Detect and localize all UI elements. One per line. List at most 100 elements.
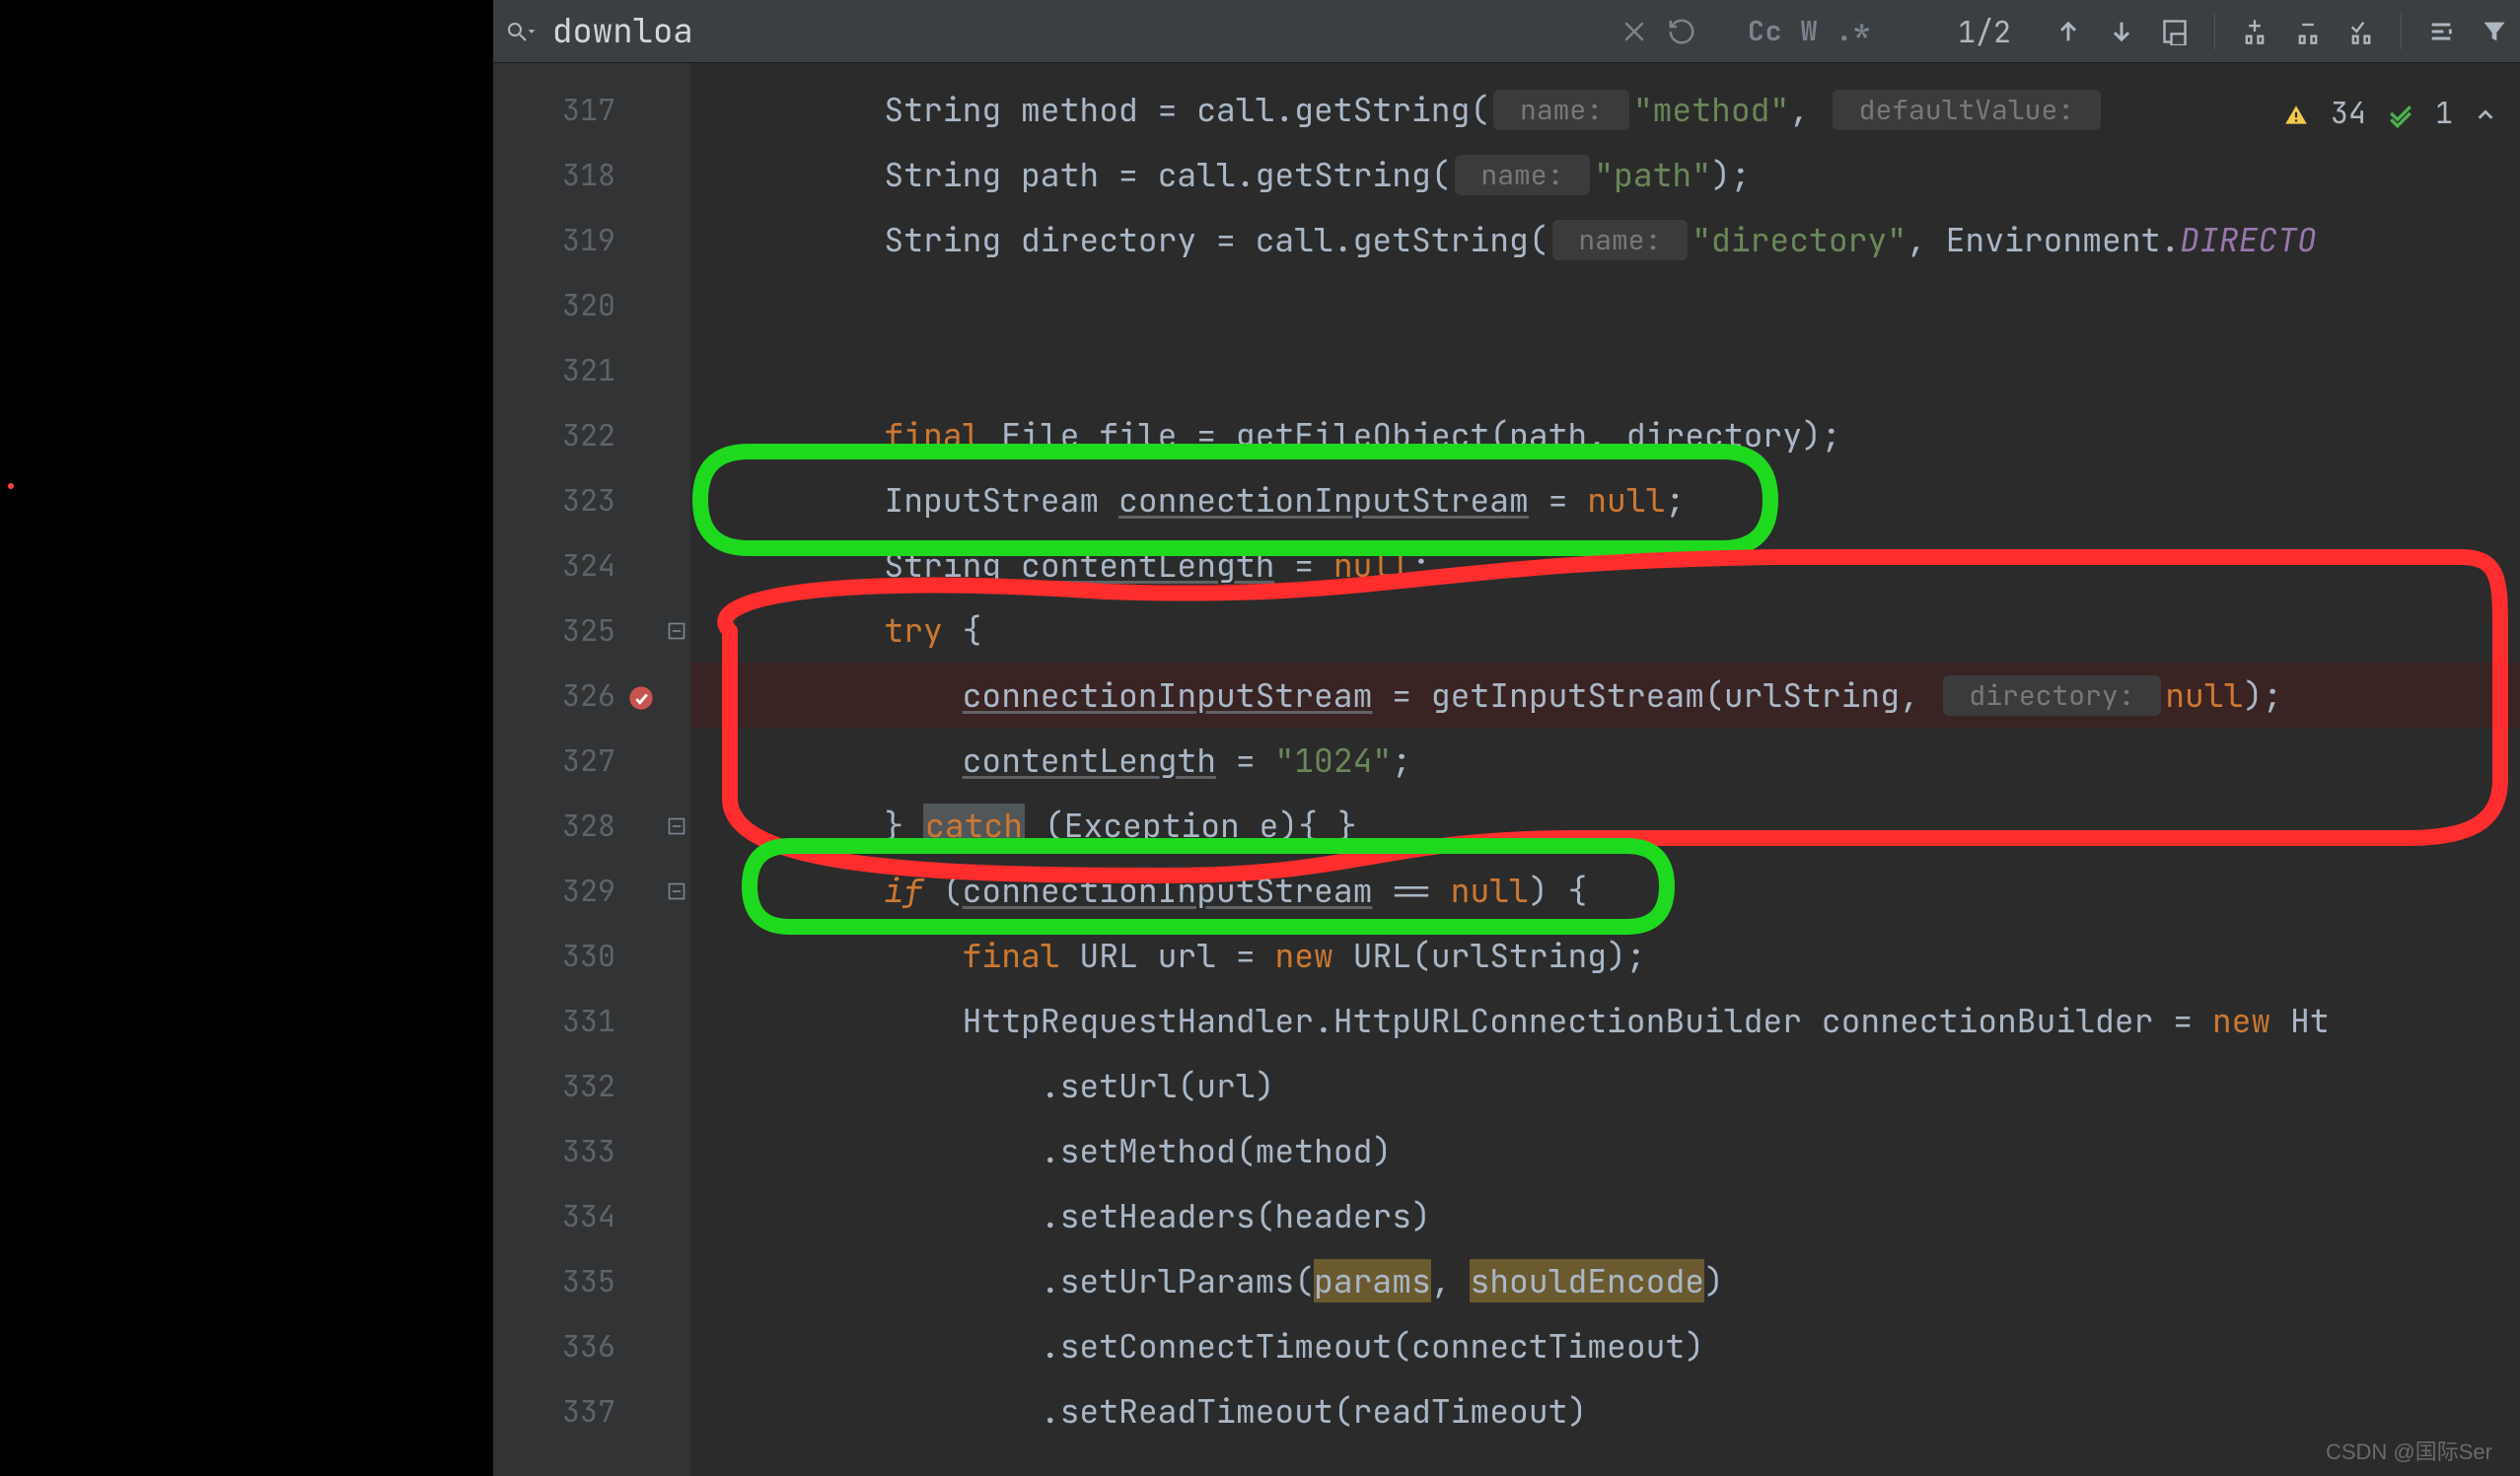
code-line[interactable]: if (connectionInputStream == null) { — [690, 858, 2520, 923]
search-history-icon[interactable] — [1667, 17, 1696, 46]
code-line[interactable]: try { — [690, 597, 2520, 663]
code-line[interactable]: } catch (Exception e){ } — [690, 793, 2520, 858]
code-line[interactable]: .setHeaders(headers) — [690, 1183, 2520, 1248]
code-line[interactable]: String directory = call.getString( name:… — [690, 207, 2520, 272]
code-line[interactable]: String method = call.getString( name: "m… — [690, 77, 2520, 142]
code-token: defaultValue: — [1833, 90, 2101, 130]
find-settings-icon[interactable] — [2427, 18, 2455, 45]
code-token: contentLength — [1021, 543, 1274, 587]
gutter[interactable]: 3173183193203213223233243253263273283293… — [493, 63, 690, 1476]
code-column[interactable]: String method = call.getString( name: "m… — [690, 63, 2520, 1476]
left-void — [0, 0, 493, 1476]
code-token: "path" — [1594, 153, 1711, 196]
gutter-line[interactable]: 335 — [493, 1248, 690, 1313]
code-token: null — [1587, 478, 1665, 522]
code-token: } — [884, 804, 923, 847]
find-options: Cc W .* — [1620, 13, 1871, 49]
code-token: directory: — [1943, 675, 2162, 716]
gutter-line[interactable]: 317 — [493, 77, 690, 142]
prev-match-icon[interactable] — [2054, 18, 2082, 45]
select-all-occurrences-icon[interactable] — [2347, 18, 2375, 45]
code-line[interactable]: contentLength = "1024"; — [690, 728, 2520, 793]
gutter-line[interactable]: 331 — [493, 988, 690, 1053]
code-line[interactable]: String path = call.getString( name: "pat… — [690, 142, 2520, 207]
gutter-line[interactable]: 319 — [493, 207, 690, 272]
code-line[interactable]: .setMethod(method) — [690, 1118, 2520, 1183]
gutter-line[interactable]: 321 — [493, 337, 690, 402]
gutter-line[interactable]: 325 — [493, 597, 690, 663]
inspection-status[interactable]: 34 1 — [2283, 93, 2496, 132]
gutter-line[interactable]: 322 — [493, 402, 690, 467]
code-line[interactable]: .setUrlParams(params, shouldEncode) — [690, 1248, 2520, 1313]
fold-toggle-icon[interactable] — [667, 806, 686, 845]
code-line[interactable]: final File file = getFileObject(path, di… — [690, 402, 2520, 467]
search-input[interactable] — [552, 9, 1105, 53]
regex-toggle[interactable]: .* — [1836, 13, 1871, 49]
code-line[interactable] — [690, 337, 2520, 402]
words-toggle[interactable]: W — [1801, 13, 1819, 49]
code-token: .setMethod(method) — [1041, 1129, 1392, 1172]
gutter-line[interactable]: 320 — [493, 272, 690, 337]
code-token: new — [2212, 999, 2290, 1042]
find-nav-tools — [2054, 14, 2508, 49]
code-token: .setUrlParams( — [1041, 1259, 1314, 1302]
gutter-line[interactable]: 328 — [493, 793, 690, 858]
code-token: URL(urlString); — [1353, 934, 1646, 977]
code-line[interactable]: String contentLength = null; — [690, 532, 2520, 597]
separator — [2401, 14, 2402, 49]
remove-occurrence-icon[interactable] — [2294, 18, 2322, 45]
code-token: name: — [1493, 90, 1629, 130]
collapse-inspections-icon[interactable] — [2475, 93, 2496, 132]
code-token: .setReadTimeout(readTimeout) — [1041, 1389, 1587, 1433]
code-line[interactable] — [690, 272, 2520, 337]
gutter-line[interactable]: 334 — [493, 1183, 690, 1248]
gutter-line[interactable]: 323 — [493, 467, 690, 532]
code-token: params — [1314, 1259, 1431, 1302]
code-token: "1024" — [1274, 738, 1392, 782]
code-token: connectionInputStream — [963, 869, 1373, 912]
code-line[interactable]: .setConnectTimeout(connectTimeout) — [690, 1313, 2520, 1378]
code-token: URL url = — [1079, 934, 1274, 977]
clear-search-icon[interactable] — [1620, 17, 1649, 46]
gutter-line[interactable]: 336 — [493, 1313, 690, 1378]
code-token: DIRECTO — [2180, 218, 2317, 261]
gutter-line[interactable]: 318 — [493, 142, 690, 207]
code-line[interactable]: .setUrl(url) — [690, 1053, 2520, 1118]
code-token: , — [1789, 88, 1829, 131]
warning-count: 34 — [2331, 93, 2366, 132]
fold-toggle-icon[interactable] — [667, 610, 686, 650]
gutter-line[interactable]: 332 — [493, 1053, 690, 1118]
find-bar: Cc W .* 1/2 — [493, 0, 2520, 63]
select-all-icon[interactable] — [2161, 18, 2189, 45]
code-token: String — [884, 543, 1021, 587]
gutter-line[interactable]: 329 — [493, 858, 690, 923]
next-match-icon[interactable] — [2108, 18, 2135, 45]
code-line[interactable]: .setReadTimeout(readTimeout) — [690, 1378, 2520, 1443]
editor-area[interactable]: 3173183193203213223233243253263273283293… — [493, 63, 2520, 1476]
code-token: ( — [923, 869, 963, 912]
code-token: "method" — [1633, 88, 1789, 131]
gutter-line[interactable]: 324 — [493, 532, 690, 597]
code-token: try — [884, 608, 962, 652]
code-token: if — [884, 869, 923, 912]
gutter-line[interactable]: 330 — [493, 923, 690, 988]
code-line[interactable]: HttpRequestHandler.HttpURLConnectionBuil… — [690, 988, 2520, 1053]
gutter-line[interactable]: 337 — [493, 1378, 690, 1443]
breakpoint-icon[interactable] — [627, 681, 655, 709]
add-occurrence-icon[interactable] — [2241, 18, 2268, 45]
gutter-line[interactable]: 333 — [493, 1118, 690, 1183]
code-token: , Environment. — [1907, 218, 2180, 261]
watermark: CSDN @国际Ser — [2326, 1435, 2492, 1466]
gutter-line[interactable]: 326 — [493, 663, 690, 728]
code-line[interactable]: final URL url = new URL(urlString); — [690, 923, 2520, 988]
code-token: ) { — [1529, 869, 1587, 912]
code-line[interactable]: InputStream connectionInputStream = null… — [690, 467, 2520, 532]
match-case-toggle[interactable]: Cc — [1748, 13, 1783, 49]
search-icon[interactable] — [505, 20, 539, 43]
fold-toggle-icon[interactable] — [667, 871, 686, 910]
code-token: contentLength — [963, 738, 1216, 782]
gutter-line[interactable]: 327 — [493, 728, 690, 793]
code-token: .setUrl(url) — [1041, 1064, 1275, 1107]
filter-icon[interactable] — [2481, 18, 2508, 45]
code-line[interactable]: connectionInputStream = getInputStream(u… — [690, 663, 2520, 728]
